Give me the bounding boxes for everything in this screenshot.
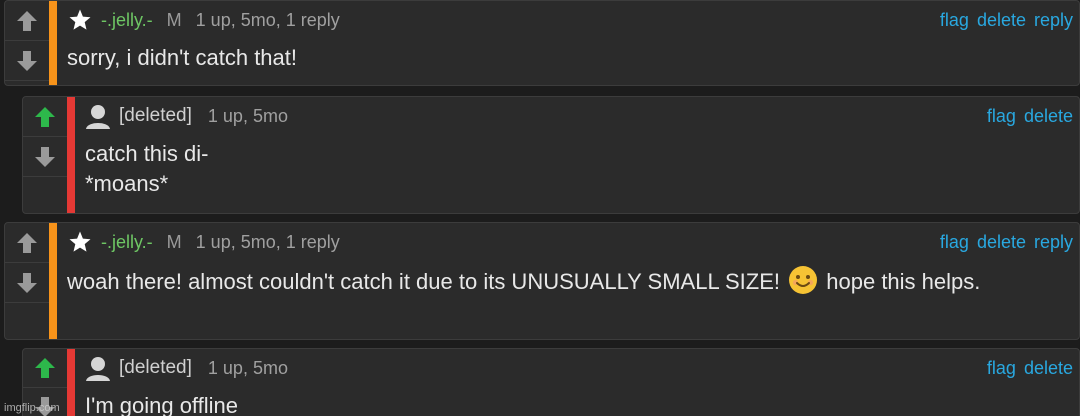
comment-actions: flag delete reply <box>940 10 1073 31</box>
comment: [deleted] 1 up, 5mo flag delete catch th… <box>22 96 1080 214</box>
star-icon <box>67 7 93 33</box>
star-icon <box>67 229 93 255</box>
username-link[interactable]: -.jelly.- <box>101 232 153 253</box>
comment-meta: 1 up, 5mo <box>207 105 288 126</box>
comment: -.jelly.- M 1 up, 5mo, 1 reply flag dele… <box>4 222 1080 340</box>
username: [deleted] <box>119 357 192 378</box>
comment-header: -.jelly.- M 1 up, 5mo, 1 reply flag dele… <box>67 223 1079 261</box>
upvote-button[interactable] <box>5 223 49 263</box>
watermark: imgflip.com <box>4 402 60 414</box>
downvote-button[interactable] <box>23 137 67 177</box>
mod-badge: M <box>166 9 182 30</box>
comment-meta: 1 up, 5mo, 1 reply <box>195 9 340 30</box>
delete-link[interactable]: delete <box>977 10 1026 31</box>
up-arrow-icon <box>35 106 55 127</box>
comment-header: -.jelly.- M 1 up, 5mo, 1 reply flag dele… <box>67 1 1079 39</box>
comment: -.jelly.- M 1 up, 5mo, 1 reply flag dele… <box>4 0 1080 86</box>
reply-link[interactable]: reply <box>1034 232 1073 253</box>
comment-indent-stripe <box>67 97 75 213</box>
up-arrow-icon <box>17 232 37 253</box>
comment-actions: flag delete reply <box>940 232 1073 253</box>
down-arrow-icon <box>17 50 37 71</box>
upvote-button[interactable] <box>23 97 67 137</box>
comment-meta: 1 up, 5mo, 1 reply <box>195 231 340 252</box>
comment-text: I'm going offline <box>85 393 239 416</box>
comment: [deleted] 1 up, 5mo flag delete I'm goin… <box>22 348 1080 416</box>
comment-meta: 1 up, 5mo <box>207 357 288 378</box>
username: [deleted] <box>119 105 192 126</box>
flag-link[interactable]: flag <box>940 10 969 31</box>
vote-column <box>23 97 67 213</box>
downvote-button[interactable] <box>5 263 49 303</box>
upvote-button[interactable] <box>23 349 67 388</box>
comment-actions: flag delete <box>987 106 1073 127</box>
reply-link[interactable]: reply <box>1034 10 1073 31</box>
comment-header: [deleted] 1 up, 5mo flag delete <box>85 97 1079 135</box>
avatar-icon <box>85 103 111 129</box>
smiling-face-emoji <box>789 266 818 294</box>
down-arrow-icon <box>17 272 37 293</box>
vote-column <box>5 223 49 339</box>
up-arrow-icon <box>17 10 37 31</box>
comment-indent-stripe <box>67 349 75 416</box>
comment-text: woah there! almost couldn't catch it due… <box>67 265 1039 297</box>
down-arrow-icon <box>35 146 55 167</box>
comment-actions: flag delete <box>987 358 1073 379</box>
delete-link[interactable]: delete <box>1024 358 1073 379</box>
comment-text-part: hope this helps. <box>826 269 981 294</box>
comment-indent-stripe <box>49 223 57 339</box>
delete-link[interactable]: delete <box>977 232 1026 253</box>
flag-link[interactable]: flag <box>987 358 1016 379</box>
upvote-button[interactable] <box>5 1 49 41</box>
mod-badge: M <box>166 231 182 252</box>
comment-indent-stripe <box>49 1 57 85</box>
username-link[interactable]: -.jelly.- <box>101 10 153 31</box>
delete-link[interactable]: delete <box>1024 106 1073 127</box>
flag-link[interactable]: flag <box>940 232 969 253</box>
comment-text-part: woah there! almost couldn't catch it due… <box>67 269 781 294</box>
vote-column <box>5 1 49 85</box>
comment-header: [deleted] 1 up, 5mo flag delete <box>85 349 1079 387</box>
avatar-icon <box>85 355 111 381</box>
up-arrow-icon <box>35 358 55 378</box>
comment-text: sorry, i didn't catch that! <box>67 45 298 70</box>
comment-thread: -.jelly.- M 1 up, 5mo, 1 reply flag dele… <box>0 0 1080 416</box>
comment-text: catch this di- *moans* <box>85 141 209 196</box>
flag-link[interactable]: flag <box>987 106 1016 127</box>
downvote-button[interactable] <box>5 41 49 81</box>
